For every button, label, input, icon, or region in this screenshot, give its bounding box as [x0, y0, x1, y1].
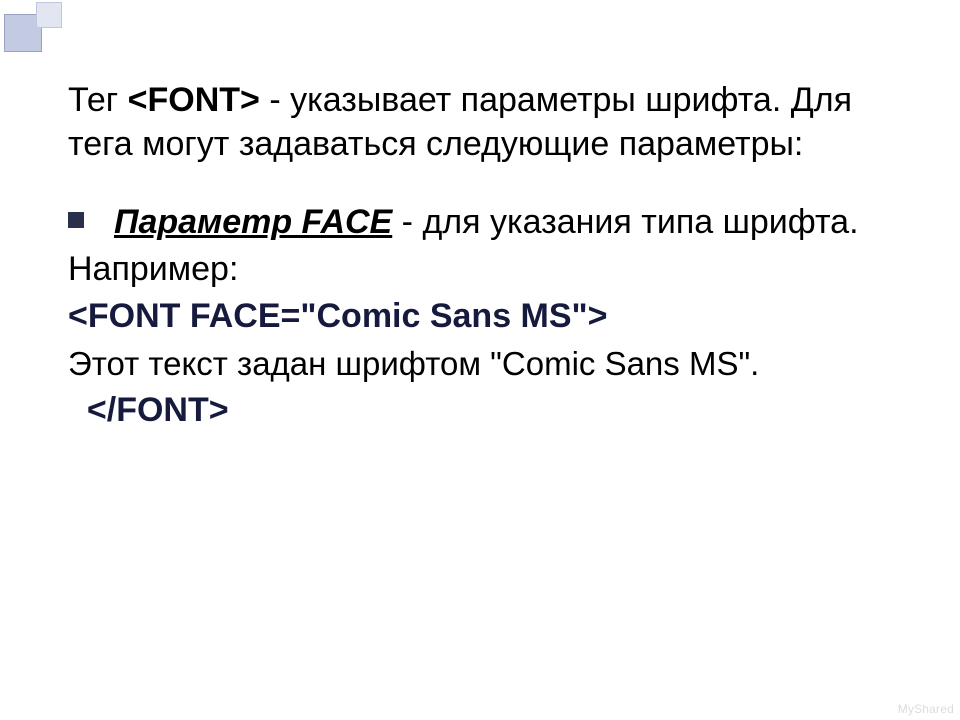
- bullet-text: Параметр FACE - для указания типа шрифта…: [114, 200, 859, 244]
- face-parameter-rest: - для указания типа шрифта.: [392, 203, 858, 241]
- bullet-list-item: Параметр FACE - для указания типа шрифта…: [68, 200, 920, 244]
- content-area: Тег <FONT> - указывает параметры шрифта.…: [68, 78, 920, 434]
- font-tag-literal: <FONT>: [128, 81, 260, 119]
- square-bullet-icon: [68, 212, 84, 228]
- corner-decoration: [4, 14, 68, 52]
- face-parameter-label: Параметр FACE: [114, 203, 392, 241]
- slide: Тег <FONT> - указывает параметры шрифта.…: [0, 0, 960, 720]
- example-label: Например:: [68, 247, 920, 293]
- intro-prefix: Тег: [68, 81, 128, 119]
- comic-sans-text: Этот текст задан шрифтом "Comic Sans MS"…: [68, 345, 759, 382]
- comic-sans-line: Этот текст задан шрифтом "Comic Sans MS"…: [68, 342, 920, 434]
- code-open-tag: <FONT FACE="Comic Sans MS">: [68, 294, 920, 340]
- deco-square-small: [36, 2, 62, 28]
- watermark: MyShared: [898, 702, 954, 716]
- intro-paragraph: Тег <FONT> - указывает параметры шрифта.…: [68, 78, 920, 166]
- code-close-tag: </FONT>: [68, 391, 229, 429]
